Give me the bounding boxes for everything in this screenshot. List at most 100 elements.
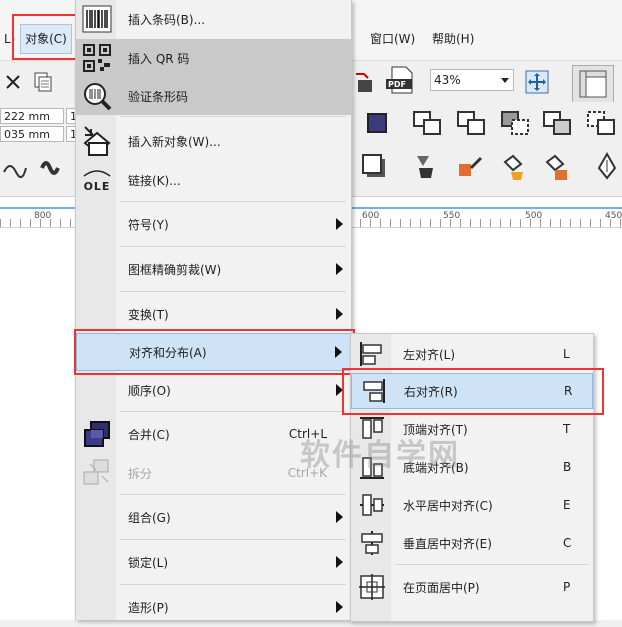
menu-item-link[interactable]: OLE 链接(K)...: [76, 161, 351, 199]
zoom-level-select[interactable]: 43%: [430, 69, 514, 91]
eyedropper-icon[interactable]: [456, 152, 486, 182]
submenu-item-key: E: [563, 498, 571, 512]
object-menu-dropdown: 插入条码(B)... 插入 QR 码 验证条形码 插入新对象(W)... OLE…: [75, 0, 352, 620]
submenu-arrow-icon: [336, 511, 343, 523]
pdf-icon[interactable]: PDF: [384, 65, 420, 95]
submenu-item-key: B: [563, 460, 572, 474]
menu-item-label: 插入条码(B)...: [128, 12, 206, 27]
drop-shadow-icon[interactable]: [360, 152, 390, 182]
submenu-item-label: 水平居中对齐(C): [403, 498, 493, 513]
submenu-item-align-center-horizontal[interactable]: 水平居中对齐(C) E: [351, 487, 593, 523]
submenu-item-key: T: [563, 422, 571, 436]
menu-separator: [120, 539, 346, 540]
ruler-label: 600: [362, 211, 380, 221]
menu-separator: [120, 291, 346, 292]
menu-item-label: 图框精确剪裁(W): [128, 262, 222, 277]
intersect-icon[interactable]: [500, 108, 530, 138]
menu-item-label: 插入新对象(W)...: [128, 134, 221, 149]
combine-icon: [80, 420, 114, 448]
ruler-label: 550: [443, 211, 461, 221]
freehand-tool-icon[interactable]: [0, 152, 30, 182]
pan-tool-icon[interactable]: [522, 67, 552, 97]
annotation-highlight-object-menu: [12, 14, 80, 60]
menu-separator: [120, 584, 346, 585]
menu-item-symbol[interactable]: 符号(Y): [76, 204, 351, 244]
ruler-label: 800: [34, 211, 52, 221]
front-minus-back-icon[interactable]: [586, 108, 616, 138]
weld-icon[interactable]: [412, 108, 442, 138]
submenu-item-key: L: [563, 347, 570, 361]
magnify-barcode-icon: [80, 81, 114, 111]
submenu-item-align-center-vertical[interactable]: 垂直居中对齐(E) C: [351, 525, 593, 561]
menu-item-label: 变换(T): [128, 307, 169, 322]
break-apart-icon: [80, 458, 114, 488]
zoom-level-value: 43%: [434, 73, 461, 87]
outline-pen-icon[interactable]: [592, 152, 622, 182]
menu-separator: [120, 116, 346, 117]
menu-item-lock[interactable]: 锁定(L): [76, 542, 351, 582]
object-width-field[interactable]: 222 mm: [0, 108, 64, 124]
menu-separator: [120, 494, 346, 495]
menu-item-label: 造形(P): [128, 600, 169, 615]
menu-item-label: 符号(Y): [128, 217, 169, 232]
menu-window[interactable]: 窗口(W): [366, 28, 419, 50]
ole-icon: OLE: [80, 168, 114, 193]
menu-separator: [120, 411, 346, 412]
menu-item-label: 验证条形码: [128, 89, 189, 104]
simplify-icon[interactable]: [542, 108, 572, 138]
menu-item-label: 组合(G): [128, 510, 171, 525]
export-icon[interactable]: [350, 67, 380, 97]
center-on-page-icon: [357, 572, 387, 602]
submenu-arrow-icon: [336, 218, 343, 230]
menu-help[interactable]: 帮助(H): [428, 28, 478, 50]
cut-icon[interactable]: [0, 67, 30, 97]
annotation-highlight-align-menu: [74, 329, 355, 375]
ruler-label: 450: [605, 211, 622, 221]
align-center-vertical-icon: [357, 528, 387, 558]
submenu-item-label: 左对齐(L): [403, 347, 456, 362]
menu-separator: [120, 201, 346, 202]
insert-object-icon: [80, 125, 114, 157]
menu-item-transform[interactable]: 变换(T): [76, 294, 351, 334]
menu-item-label: 合并(C): [128, 427, 170, 442]
menu-item-shaping[interactable]: 造形(P): [76, 587, 351, 627]
align-left-icon: [357, 339, 387, 369]
interactive-fill-icon[interactable]: [500, 152, 530, 182]
watermark-text: 软件自学网: [300, 438, 460, 473]
pdf-label: PDF: [388, 80, 406, 89]
menu-item-label: 锁定(L): [128, 555, 169, 570]
transparency-icon[interactable]: [410, 152, 440, 182]
object-height-field[interactable]: 035 mm: [0, 126, 64, 142]
qr-code-icon: [80, 43, 114, 73]
menu-item-order[interactable]: 顺序(O): [76, 371, 351, 409]
smart-fill-icon[interactable]: [542, 152, 572, 182]
menu-item-group[interactable]: 组合(G): [76, 497, 351, 537]
submenu-item-key: P: [563, 580, 571, 594]
menu-item-verify-barcode[interactable]: 验证条形码: [76, 77, 351, 115]
submenu-item-label: 在页面居中(P): [403, 580, 480, 595]
rulers-icon[interactable]: [572, 65, 614, 103]
combine-toolbar-icon[interactable]: [362, 108, 392, 138]
submenu-item-key: C: [563, 536, 572, 550]
menu-item-insert-qr-code[interactable]: 插入 QR 码: [76, 39, 351, 77]
trim-icon[interactable]: [456, 108, 486, 138]
submenu-arrow-icon: [336, 308, 343, 320]
submenu-separator: [395, 564, 589, 565]
submenu-arrow-icon: [336, 601, 343, 613]
menu-item-powerclip[interactable]: 图框精确剪裁(W): [76, 249, 351, 289]
submenu-arrow-icon: [336, 556, 343, 568]
menu-item-insert-new-object[interactable]: 插入新对象(W)...: [76, 121, 351, 161]
copy-icon[interactable]: [28, 67, 58, 97]
submenu-item-align-left[interactable]: 左对齐(L) L: [351, 336, 593, 372]
menu-separator: [120, 246, 346, 247]
submenu-arrow-icon: [336, 263, 343, 275]
menu-item-label: 拆分: [128, 466, 153, 481]
menu-item-label: 插入 QR 码: [128, 51, 190, 66]
align-center-horizontal-icon: [357, 490, 387, 520]
submenu-item-center-on-page[interactable]: 在页面居中(P) P: [351, 569, 593, 605]
ruler-label: 500: [525, 211, 543, 221]
menu-item-label: 顺序(O): [128, 383, 171, 398]
annotation-highlight-align-right: [342, 368, 604, 415]
menu-item-insert-barcode[interactable]: 插入条码(B)...: [76, 0, 351, 38]
artistic-media-icon[interactable]: [36, 152, 66, 182]
